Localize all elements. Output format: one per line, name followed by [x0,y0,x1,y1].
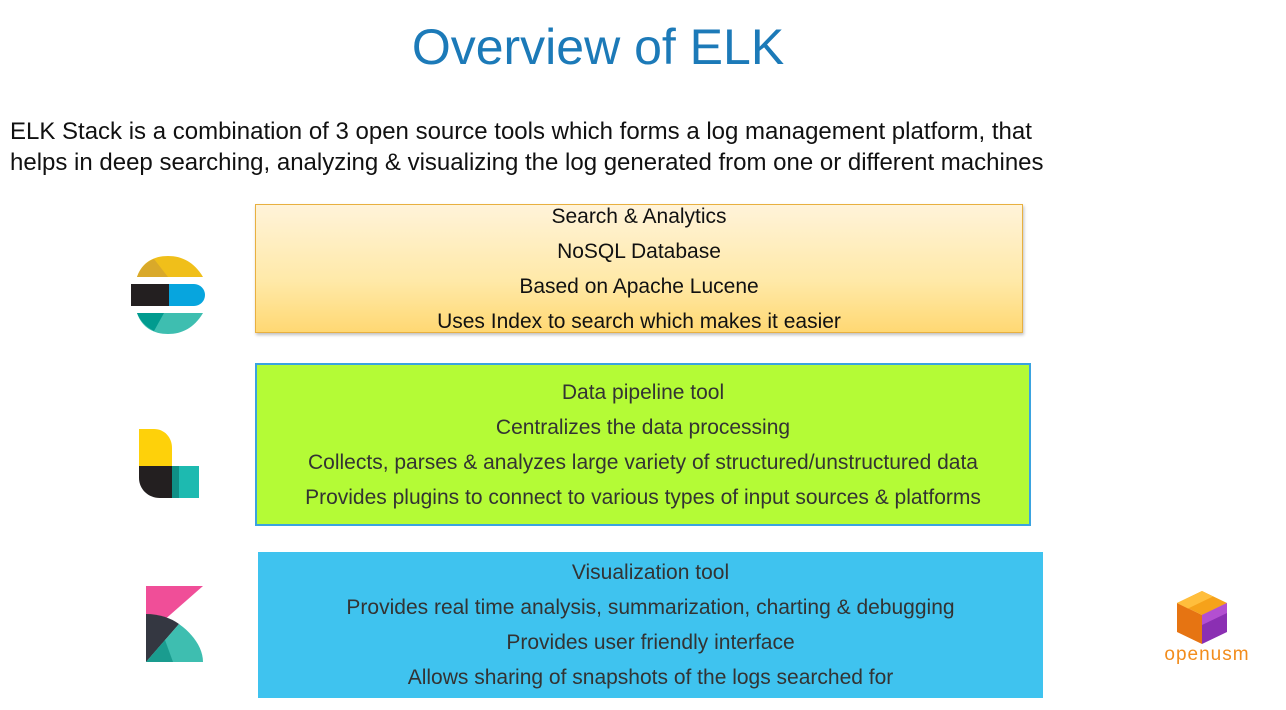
kibana-features-box: Visualization tool Provides real time an… [258,552,1043,698]
feature-item: Based on Apache Lucene [519,274,759,298]
feature-item: Provides user friendly interface [506,631,795,654]
feature-item: Uses Index to search which makes it easi… [437,309,841,333]
feature-item: Centralizes the data processing [495,415,791,439]
intro-line: helps in deep searching, analyzing & vis… [10,149,1044,176]
openusm-cube-logo-icon [1177,591,1227,644]
kibana-logo-icon [146,586,203,662]
feature-item: NoSQL Database [557,239,721,263]
intro-line: ELK Stack is a combination of 3 open sou… [10,118,1032,145]
feature-item: Data pipeline tool [561,380,725,404]
openusm-logo: openusm [1152,588,1262,668]
intro-paragraph: ELK Stack is a combination of 3 open sou… [10,116,1190,178]
logstash-features-box: Data pipeline tool Centralizes the data … [255,363,1031,526]
elasticsearch-features-box: Search & Analytics NoSQL Database Based … [255,204,1023,333]
feature-item: Provides real time analysis, summarizati… [346,596,955,619]
feature-item: Provides plugins to connect to various t… [305,485,981,509]
feature-item: Collects, parses & analyzes large variet… [308,450,978,474]
brand-name: openusm [1164,644,1250,665]
feature-item: Allows sharing of snapshots of the logs … [407,666,894,689]
feature-item: Search & Analytics [551,204,727,228]
page-title: Overview of ELK [411,19,785,75]
logstash-logo-icon [139,429,199,498]
feature-item: Visualization tool [571,561,730,584]
elasticsearch-logo-icon [131,256,205,334]
